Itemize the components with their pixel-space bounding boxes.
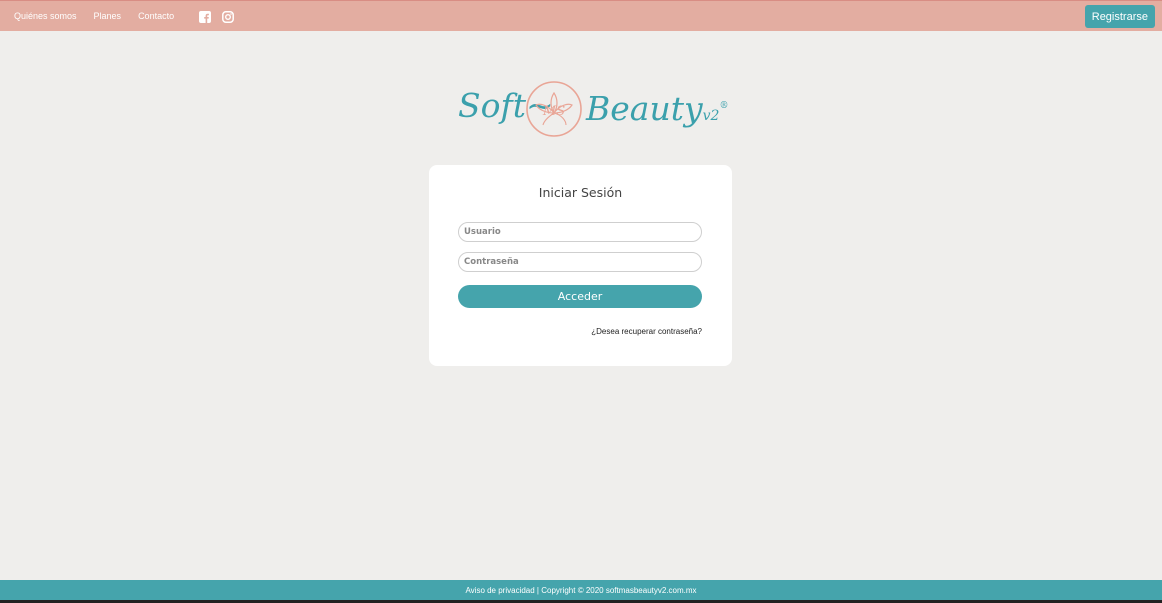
main-nav: Quiénes somos Planes Contacto: [14, 1, 191, 32]
username-input[interactable]: [458, 222, 702, 242]
recover-password-link[interactable]: ¿Desea recuperar contraseña?: [591, 327, 702, 336]
nav-link-quienes-somos[interactable]: Quiénes somos: [14, 1, 77, 32]
login-submit-button[interactable]: Acceder: [458, 285, 702, 308]
footer-copyright: Copyright © 2020 softmasbeautyv2.com.mx: [541, 585, 697, 595]
logo-beauty-word: Beauty: [586, 89, 703, 128]
password-input[interactable]: [458, 252, 702, 272]
logo-registered-mark: ®: [719, 101, 729, 111]
nav-link-planes[interactable]: Planes: [94, 1, 122, 32]
facebook-icon[interactable]: [199, 10, 212, 23]
privacy-notice-link[interactable]: Aviso de privacidad: [465, 586, 534, 595]
social-links: [199, 10, 245, 23]
nav-link-contacto[interactable]: Contacto: [138, 1, 174, 32]
logo-text-beauty: Beautyv2®: [586, 86, 728, 136]
footer: Aviso de privacidad | Copyright © 2020 s…: [0, 580, 1162, 600]
top-navbar: Quiénes somos Planes Contacto Registrars…: [0, 0, 1162, 31]
register-button[interactable]: Registrarse: [1084, 5, 1155, 28]
login-card: Iniciar Sesión Acceder ¿Desea recuperar …: [429, 165, 732, 366]
logo-version: v2: [702, 108, 720, 124]
brand-logo: Soft~ MS Beautyv2®: [456, 76, 728, 142]
instagram-icon[interactable]: [222, 10, 235, 23]
logo-emblem-icon: MS: [526, 81, 582, 137]
emblem-letters: MS: [542, 104, 565, 119]
login-title: Iniciar Sesión: [538, 185, 623, 200]
